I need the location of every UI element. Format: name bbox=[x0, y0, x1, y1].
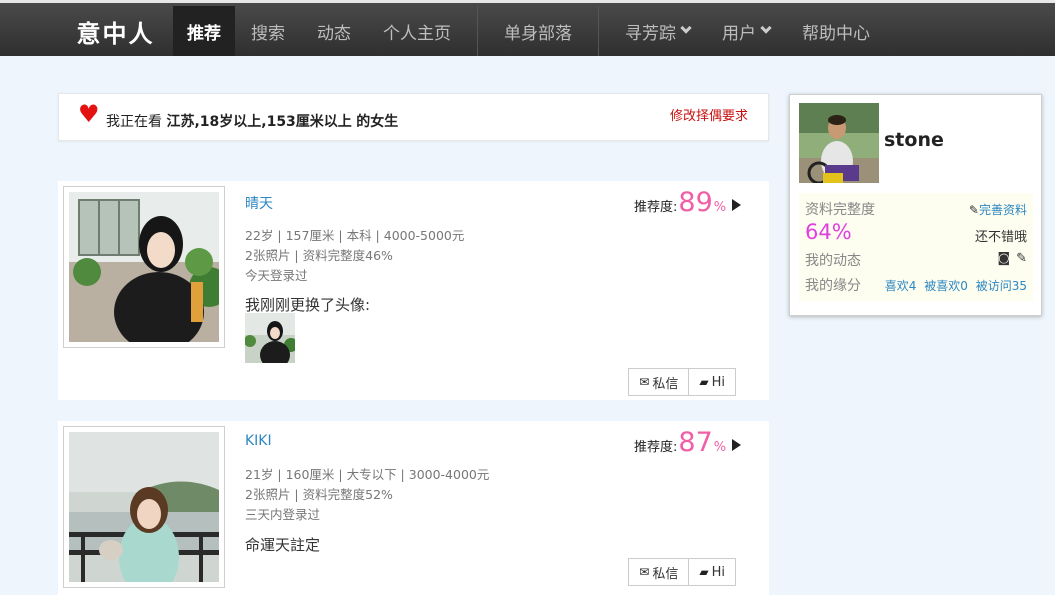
visited-link[interactable]: 被访问35 bbox=[976, 279, 1027, 293]
score-unit: % bbox=[713, 200, 727, 215]
nav-menu: 意中人 推荐 搜索 动态 个人主页 单身部落 寻芳踪 用户 帮助中心 bbox=[58, 6, 886, 56]
camera-icon[interactable]: ◙ bbox=[997, 251, 1010, 266]
avatar-image bbox=[799, 103, 879, 183]
profile-name[interactable]: KIKI bbox=[245, 433, 272, 449]
completeness-value: 64% bbox=[805, 220, 852, 244]
say-hi-button[interactable]: ▰ Hi bbox=[689, 368, 736, 396]
completeness-comment: 还不错哦 bbox=[974, 230, 1027, 245]
edit-icon[interactable]: ✎ bbox=[1016, 251, 1027, 266]
improve-profile-link[interactable]: ✎完善资料 bbox=[969, 201, 1027, 218]
profile-photos-completeness: 2张照片 | 资料完整度52% bbox=[245, 487, 393, 502]
profile-status: 我刚刚更换了头像: bbox=[245, 296, 371, 314]
score-value: 89 bbox=[678, 187, 713, 218]
profile-photo[interactable] bbox=[63, 426, 225, 588]
score-unit: % bbox=[713, 440, 727, 455]
likes-link[interactable]: 喜欢4 bbox=[885, 279, 917, 293]
completeness-label: 资料完整度 bbox=[805, 202, 875, 218]
score-label: 推荐度: bbox=[634, 200, 678, 215]
profile-login-status: 今天登录过 bbox=[245, 268, 308, 283]
say-hi-label: Hi bbox=[711, 374, 725, 390]
my-activity-label: 我的动态 bbox=[805, 253, 861, 269]
nav-item-search[interactable]: 搜索 bbox=[235, 6, 301, 56]
filter-summary: 我正在看 江苏,18岁以上,153厘米以上 的女生 bbox=[106, 111, 398, 131]
recommend-score: 推荐度: 89 % bbox=[634, 187, 742, 218]
nav-item-user-label: 用户 bbox=[722, 23, 756, 44]
filter-bar: ♥ 我正在看 江苏,18岁以上,153厘米以上 的女生 修改择偶要求 bbox=[58, 93, 769, 141]
say-hi-button[interactable]: ▰ Hi bbox=[689, 558, 736, 586]
play-icon[interactable] bbox=[732, 199, 742, 211]
nav-item-activity[interactable]: 动态 bbox=[301, 6, 367, 56]
avatar[interactable] bbox=[799, 103, 879, 183]
envelope-icon: ✉ bbox=[639, 375, 650, 389]
nav-item-help[interactable]: 帮助中心 bbox=[786, 6, 886, 56]
filter-prefix: 我正在看 bbox=[106, 114, 162, 130]
profile-card: 晴天 推荐度: 89 % 22岁 | 157厘米 | 本科 | 4000-500… bbox=[58, 181, 769, 400]
recommend-score: 推荐度: 87 % bbox=[634, 427, 742, 458]
nav-item-user[interactable]: 用户 bbox=[706, 6, 786, 56]
nav-item-homepage[interactable]: 个人主页 bbox=[367, 6, 467, 56]
nav-item-recommend[interactable]: 推荐 bbox=[173, 6, 235, 56]
brand-logo[interactable]: 意中人 bbox=[58, 6, 173, 56]
profile-status: 命運天註定 bbox=[245, 536, 321, 554]
profile-login-status: 三天内登录过 bbox=[245, 507, 321, 522]
card-actions: ✉ 私信 ▰ Hi bbox=[628, 368, 736, 396]
heart-icon: ♥ bbox=[78, 100, 100, 128]
profile-photos-completeness: 2张照片 | 资料完整度46% bbox=[245, 248, 393, 263]
profile-photo-image bbox=[69, 432, 219, 582]
my-fate-label: 我的缘分 bbox=[805, 278, 861, 294]
nav-item-find[interactable]: 寻芳踪 bbox=[609, 6, 706, 56]
fate-stats: 喜欢4 被喜欢0 被访问35 bbox=[885, 277, 1027, 294]
score-value: 87 bbox=[678, 427, 713, 458]
profile-details: 21岁 | 160厘米 | 大专以下 | 3000-4000元 bbox=[245, 467, 490, 482]
filter-suffix: 的女生 bbox=[356, 114, 399, 130]
profile-details: 22岁 | 157厘米 | 本科 | 4000-5000元 bbox=[245, 228, 465, 243]
edit-preferences-link[interactable]: 修改择偶要求 bbox=[670, 105, 748, 124]
say-hi-label: Hi bbox=[711, 564, 725, 580]
user-panel: stone 资料完整度 ✎完善资料 64% 还不错哦 我的动态 ◙ ✎ 我的缘分 … bbox=[789, 94, 1042, 316]
profile-photo-image bbox=[69, 192, 219, 342]
pencil-icon: ✎ bbox=[968, 203, 979, 217]
chevron-down-icon bbox=[680, 22, 692, 34]
username[interactable]: stone bbox=[884, 129, 944, 151]
nav-divider bbox=[477, 6, 478, 56]
profile-card: KIKI 推荐度: 87 % 21岁 | 160厘米 | 大专以下 | 3000… bbox=[58, 421, 769, 595]
private-message-label: 私信 bbox=[652, 566, 679, 582]
private-message-button[interactable]: ✉ 私信 bbox=[628, 558, 690, 586]
chevron-down-icon bbox=[760, 22, 772, 34]
status-thumbnail[interactable] bbox=[245, 313, 295, 363]
card-actions: ✉ 私信 ▰ Hi bbox=[628, 558, 736, 586]
score-label: 推荐度: bbox=[634, 440, 678, 455]
filter-criteria: 江苏,18岁以上,153厘米以上 bbox=[166, 114, 352, 130]
status-thumbnail-image bbox=[245, 313, 295, 363]
private-message-button[interactable]: ✉ 私信 bbox=[628, 368, 690, 396]
nav-item-singles-tribe[interactable]: 单身部落 bbox=[488, 6, 588, 56]
profile-stats-panel: 资料完整度 ✎完善资料 64% 还不错哦 我的动态 ◙ ✎ 我的缘分 喜欢4 被喜… bbox=[799, 193, 1033, 301]
activity-actions: ◙ ✎ bbox=[997, 251, 1027, 266]
chat-bubble-icon: ▰ bbox=[699, 375, 709, 389]
private-message-label: 私信 bbox=[652, 376, 679, 392]
top-navbar: 意中人 推荐 搜索 动态 个人主页 单身部落 寻芳踪 用户 帮助中心 bbox=[0, 0, 1055, 56]
liked-by-link[interactable]: 被喜欢0 bbox=[924, 279, 968, 293]
improve-profile-label: 完善资料 bbox=[978, 203, 1027, 217]
nav-item-find-label: 寻芳踪 bbox=[625, 23, 676, 44]
profile-photo[interactable] bbox=[63, 186, 225, 348]
play-icon[interactable] bbox=[732, 439, 742, 451]
envelope-icon: ✉ bbox=[639, 565, 650, 579]
nav-divider bbox=[598, 6, 599, 56]
profile-name[interactable]: 晴天 bbox=[245, 193, 273, 213]
chat-bubble-icon: ▰ bbox=[699, 565, 709, 579]
